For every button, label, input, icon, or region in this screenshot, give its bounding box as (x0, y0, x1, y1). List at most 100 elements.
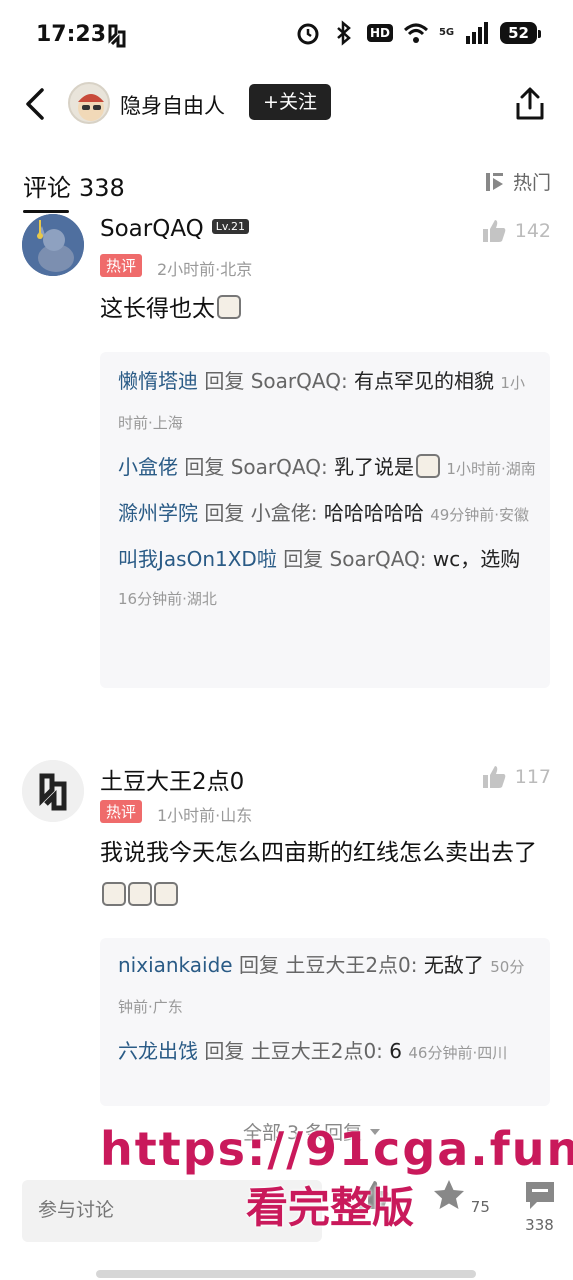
reply-word: 回复 (204, 369, 245, 393)
reply-text: 6 (389, 1039, 402, 1063)
view-all-label: 全部 3 条回复 (243, 1122, 363, 1144)
reply-meta: 16分钟前·湖北 (118, 590, 217, 608)
hot-comment-tag: 热评 (100, 254, 143, 277)
reply-to: 土豆大王2点0: (250, 1039, 383, 1063)
back-icon[interactable] (20, 86, 54, 122)
reply-text: 哈哈哈哈哈 (323, 501, 424, 525)
emoji-icon (128, 881, 152, 906)
view-all-replies[interactable]: 全部 3 条回复 (243, 1118, 382, 1145)
reply-user[interactable]: 滁州学院 (118, 501, 198, 525)
comments-label: 评论 (23, 174, 71, 202)
app-icon (108, 24, 126, 48)
emoji-icon (217, 294, 241, 319)
reply-item[interactable]: nixiankaide 回复 土豆大王2点0: 无敌了 50分钟前·广东 (118, 946, 538, 1026)
emoji-icon (154, 881, 178, 906)
reply-user[interactable]: 懒惰塔迪 (118, 369, 198, 393)
author-avatar[interactable] (68, 82, 110, 124)
comment-meta: 1小时前·山东 (157, 806, 253, 825)
hd-icon: HD (366, 24, 393, 42)
status-bar: 17:23 HD 5G 52 (0, 0, 573, 72)
replies-box: 懒惰塔迪 回复 SoarQAQ: 有点罕见的相貌 1小时前·上海 小盒佬 回复 … (100, 352, 550, 688)
comment-count: 338 (525, 1216, 554, 1234)
network-label: 5G (438, 27, 455, 38)
sort-button[interactable]: 热门 (483, 168, 551, 195)
thumbs-up-icon (359, 1181, 389, 1209)
star-icon (434, 1180, 464, 1209)
caret-down-icon (370, 1129, 381, 1135)
reply-word: 回复 (204, 501, 245, 525)
comments-bar: 评论 338 热门 (0, 160, 573, 216)
bluetooth-icon (337, 20, 351, 46)
battery-icon: 52 (500, 22, 541, 44)
reply-to: SoarQAQ: (230, 455, 328, 479)
reply-user[interactable]: 小盒佬 (118, 455, 178, 479)
replies-box: nixiankaide 回复 土豆大王2点0: 无敌了 50分钟前·广东 六龙出… (100, 938, 550, 1106)
reply-item[interactable]: 小盒佬 回复 SoarQAQ: 乳了说是 1小时前·湖南 (118, 448, 538, 488)
reply-text: 乳了说是 (334, 455, 415, 479)
avatar-image (22, 760, 84, 822)
comment-text-content: 我说我今天怎么四亩斯的红线怎么卖出去了 (100, 840, 537, 866)
header: 隐身自由人 +关注 (0, 72, 573, 136)
reply-meta: 46分钟前·四川 (408, 1044, 508, 1062)
level-badge: Lv.21 (211, 219, 250, 234)
reply-item[interactable]: 懒惰塔迪 回复 SoarQAQ: 有点罕见的相貌 1小时前·上海 (118, 362, 538, 442)
like-count: 142 (514, 220, 551, 242)
comment-action[interactable]: 338 (506, 1178, 573, 1234)
reply-user[interactable]: 六龙出饯 (118, 1039, 198, 1063)
reply-text: 有点罕见的相貌 (354, 369, 495, 393)
status-time: 17:23 (36, 22, 107, 47)
like-button[interactable]: 142 (481, 218, 551, 244)
reply-meta: 1小时前·湖南 (446, 460, 536, 478)
favorite-count: 75 (470, 1198, 490, 1216)
reply-word: 回复 (204, 1039, 245, 1063)
comment-bubble-icon (525, 1182, 554, 1209)
like-action[interactable] (356, 1178, 390, 1216)
comment-input[interactable] (22, 1180, 322, 1242)
wifi-icon (403, 23, 428, 43)
signal-icon (466, 22, 489, 44)
avatar-image (78, 94, 104, 121)
commenter-name-text: SoarQAQ (100, 216, 204, 242)
commenter-avatar[interactable] (22, 214, 84, 276)
avatar-image (22, 214, 84, 276)
follow-button[interactable]: +关注 (249, 84, 331, 120)
comments-tab[interactable]: 评论 338 (23, 168, 125, 203)
reply-user[interactable]: nixiankaide (118, 953, 233, 977)
reply-item[interactable]: 滁州学院 回复 小盒佬: 哈哈哈哈哈 49分钟前·安徽 (118, 494, 538, 534)
reply-to: SoarQAQ: (329, 547, 427, 571)
comment-meta: 2小时前·北京 (157, 260, 253, 279)
comment-text: 我说我今天怎么四亩斯的红线怎么卖出去了 (100, 832, 540, 918)
like-count: 117 (514, 766, 551, 788)
tab-underline (23, 210, 69, 213)
reply-word: 回复 (238, 953, 279, 977)
reply-meta: 49分钟前·安徽 (430, 506, 530, 524)
bottom-bar: 75 338 (0, 1160, 573, 1260)
author-name[interactable]: 隐身自由人 (120, 90, 225, 120)
hot-comment-tag: 热评 (100, 800, 143, 823)
emoji-icon (102, 881, 126, 906)
reply-user[interactable]: 叫我JasOn1XD啦 (118, 547, 277, 571)
comment-text: 这长得也太 (100, 288, 540, 331)
reply-to: 土豆大王2点0: (285, 953, 418, 977)
home-indicator (96, 1270, 476, 1278)
commenter-name[interactable]: SoarQAQ Lv.21 (100, 216, 250, 242)
reply-word: 回复 (283, 547, 324, 571)
like-button[interactable]: 117 (481, 764, 551, 790)
emoji-icon (416, 453, 441, 478)
commenter-avatar[interactable] (22, 760, 84, 822)
reply-item[interactable]: 叫我JasOn1XD啦 回复 SoarQAQ: wc，选购 16分钟前·湖北 (118, 540, 538, 618)
reply-word: 回复 (184, 455, 225, 479)
favorite-action[interactable]: 75 (432, 1178, 490, 1216)
sort-icon (485, 172, 503, 191)
reply-to: 小盒佬: (250, 501, 318, 525)
reply-item[interactable]: 六龙出饯 回复 土豆大王2点0: 6 46分钟前·四川 (118, 1032, 538, 1072)
reply-text: wc，选购 (432, 547, 521, 571)
alarm-icon (297, 23, 319, 45)
commenter-name[interactable]: 土豆大王2点0 (100, 762, 244, 796)
reply-text: 无敌了 (423, 953, 484, 977)
reply-to: SoarQAQ: (250, 369, 348, 393)
comments-count: 338 (79, 174, 125, 202)
share-icon[interactable] (513, 86, 547, 122)
comment-text-content: 这长得也太 (100, 296, 215, 322)
thumbs-up-icon (482, 220, 506, 242)
